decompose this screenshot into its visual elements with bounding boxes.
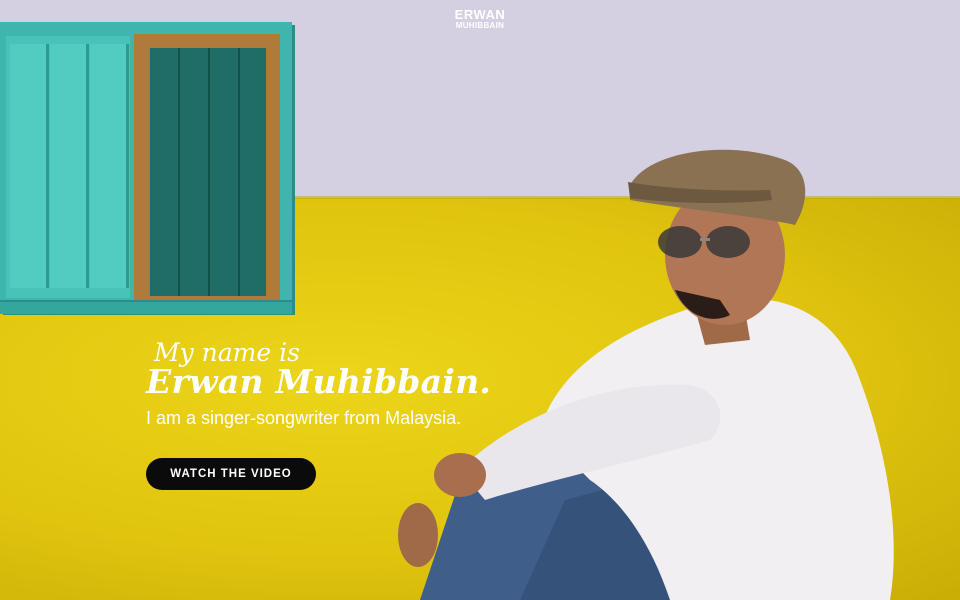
window-illustration bbox=[0, 22, 292, 314]
hero-tagline: I am a singer-songwriter from Malaysia. bbox=[146, 408, 462, 428]
window-sill bbox=[0, 300, 292, 314]
logo-last-name: MUHIBBAIN bbox=[455, 21, 505, 30]
brand-logo[interactable]: ERWAN MUHIBBAIN bbox=[0, 7, 960, 30]
watch-video-button[interactable]: WATCH THE VIDEO bbox=[146, 458, 316, 490]
logo-first-name: ERWAN bbox=[454, 7, 506, 22]
window-pane bbox=[150, 48, 266, 296]
hero-background bbox=[0, 0, 960, 600]
hero-name: Erwan Muhibbain. bbox=[146, 362, 492, 401]
window-shutter bbox=[6, 36, 130, 298]
